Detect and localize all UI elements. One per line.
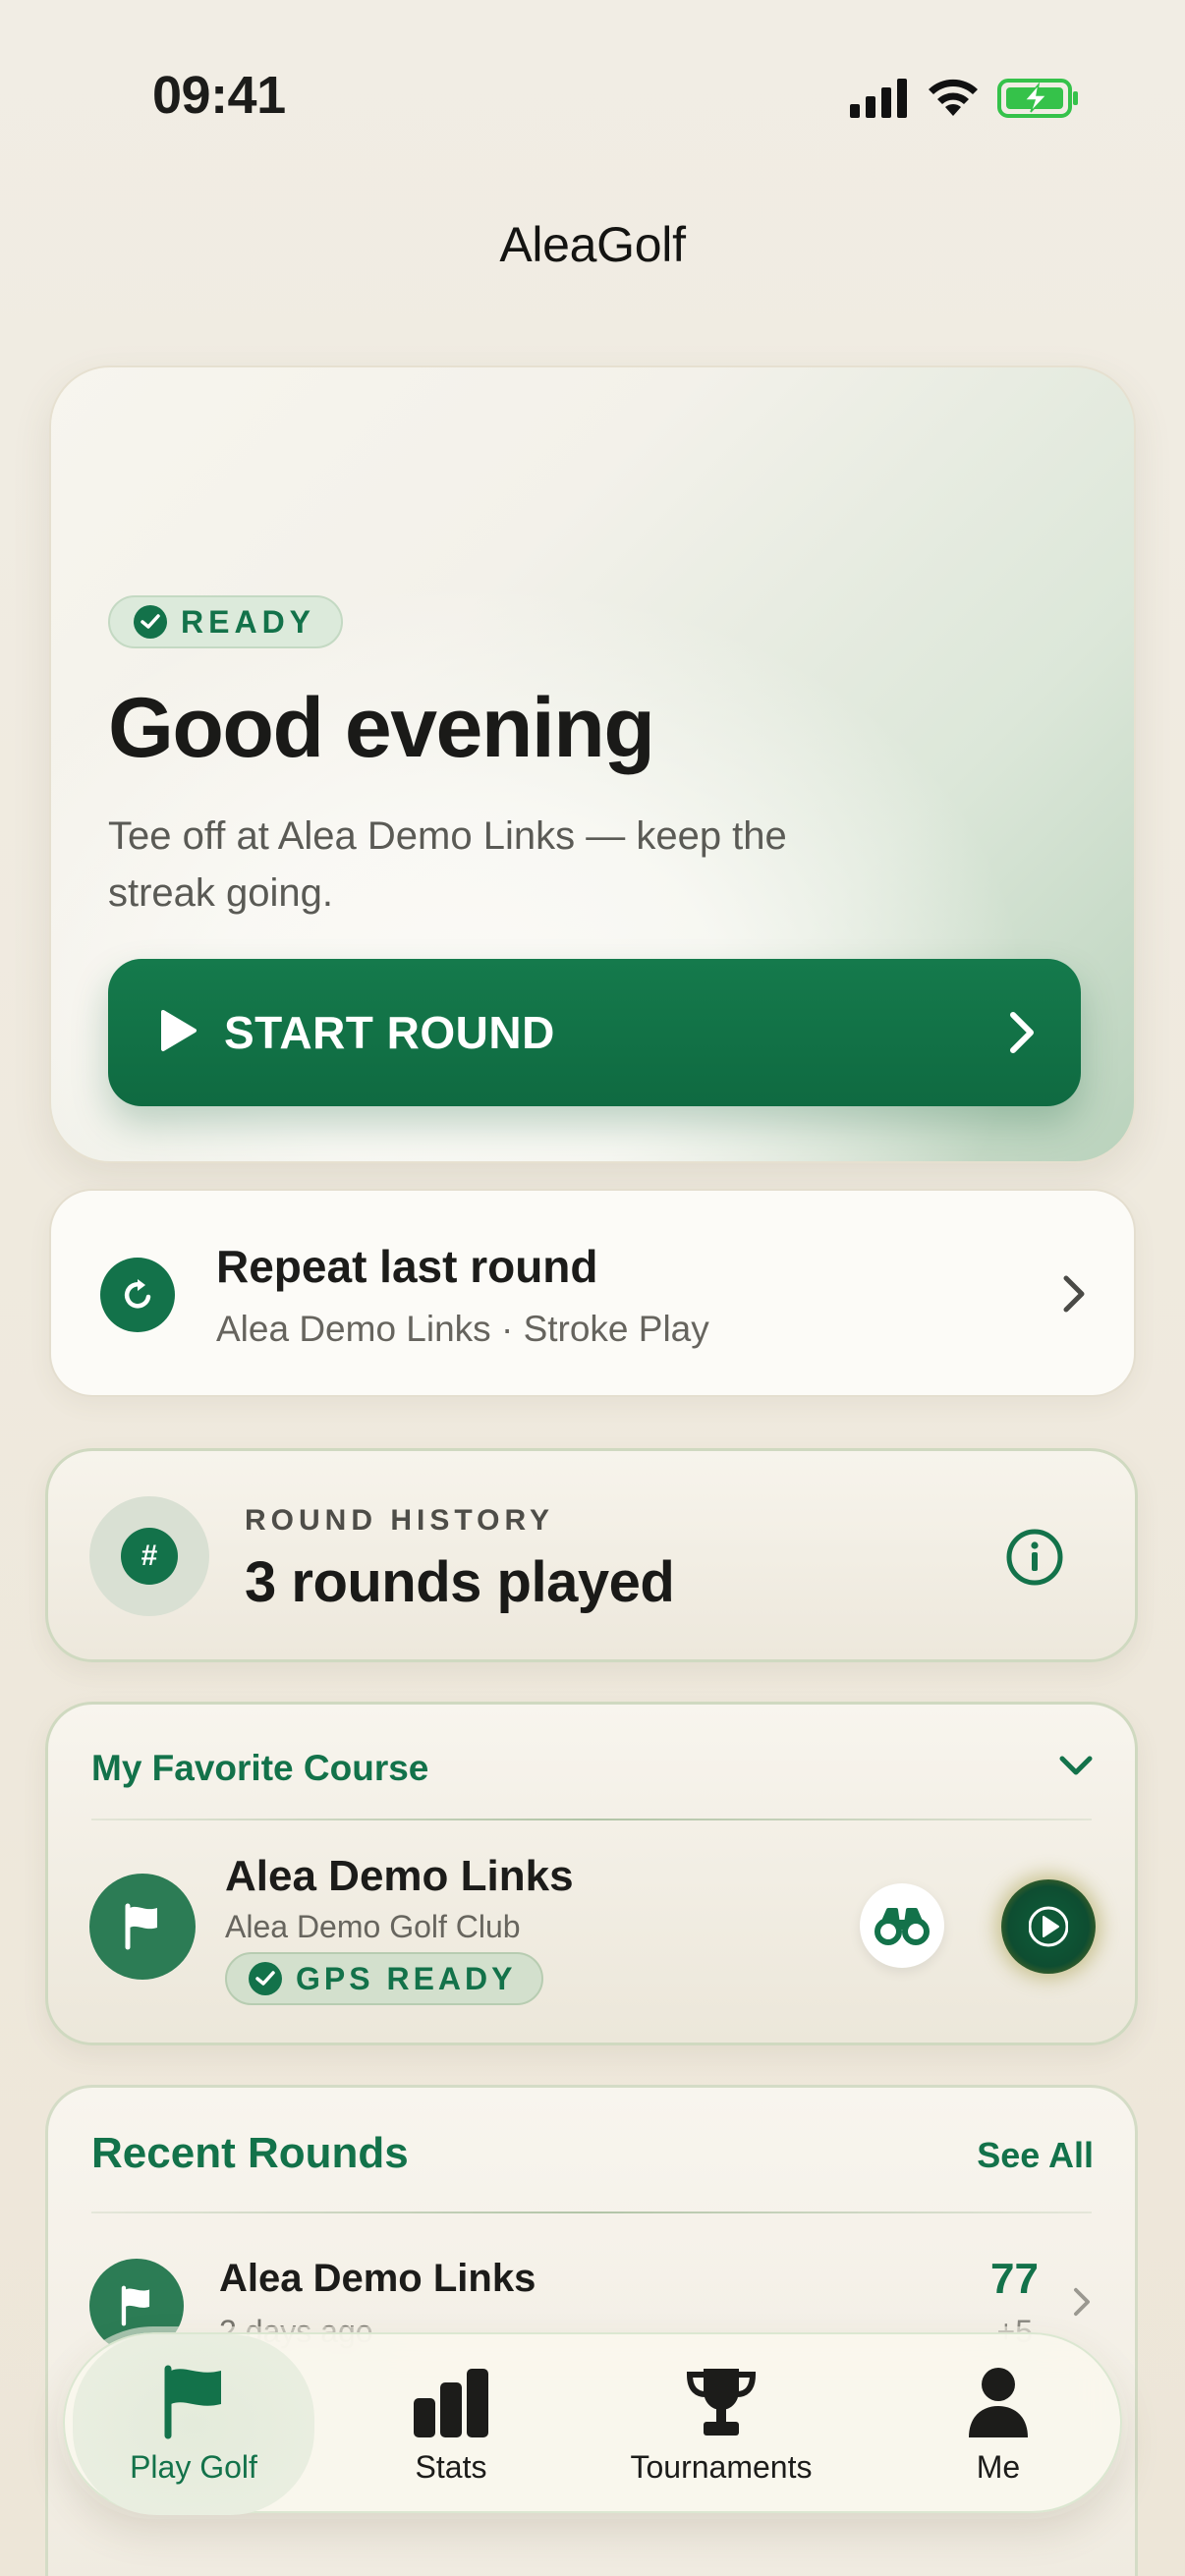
binoculars-icon bbox=[875, 1908, 930, 1945]
course-flag-icon bbox=[89, 1874, 196, 1980]
ready-badge-label: READY bbox=[181, 603, 316, 640]
greeting-heading: Good evening bbox=[108, 681, 655, 775]
home-screen: 09:41 AleaGolf READY Good evening Tee of… bbox=[0, 0, 1185, 2576]
tab-play-golf[interactable]: Play Golf bbox=[73, 2334, 314, 2515]
chevron-right-icon bbox=[1010, 1012, 1034, 1053]
tab-me[interactable]: Me bbox=[930, 2334, 1067, 2515]
repeat-title: Repeat last round bbox=[216, 1241, 598, 1292]
repeat-last-round-card[interactable]: Repeat last round Alea Demo Links · Stro… bbox=[49, 1189, 1136, 1397]
status-bar: 09:41 bbox=[0, 59, 1185, 138]
rounds-played-count: 3 rounds played bbox=[245, 1550, 675, 1614]
hero-card: READY Good evening Tee off at Alea Demo … bbox=[49, 365, 1136, 1163]
info-icon[interactable] bbox=[1005, 1528, 1064, 1587]
tab-tournaments[interactable]: Tournaments bbox=[613, 2334, 829, 2515]
person-icon bbox=[969, 2368, 1028, 2437]
round-course-name: Alea Demo Links bbox=[219, 2257, 536, 2300]
tab-stats[interactable]: Stats bbox=[377, 2334, 525, 2515]
favorite-course-card: My Favorite Course Alea Demo Links Alea … bbox=[45, 1702, 1138, 2045]
round-score: 77 bbox=[990, 2255, 1039, 2303]
ready-badge: READY bbox=[108, 595, 344, 648]
round-history-card[interactable]: # ROUND HISTORY 3 rounds played bbox=[45, 1448, 1138, 1662]
play-icon bbox=[161, 1010, 197, 1051]
chevron-down-icon[interactable] bbox=[1058, 1754, 1094, 1777]
play-favorite-course-button[interactable] bbox=[1001, 1879, 1096, 1974]
check-circle-icon bbox=[249, 1962, 282, 1995]
trophy-icon bbox=[686, 2369, 757, 2436]
favorite-course-header: My Favorite Course bbox=[91, 1748, 429, 1788]
start-round-label: START ROUND bbox=[224, 1007, 555, 1058]
gps-ready-badge: GPS READY bbox=[225, 1952, 544, 2005]
round-history-label: ROUND HISTORY bbox=[245, 1504, 555, 1537]
check-circle-icon bbox=[134, 605, 167, 639]
hash-icon: # bbox=[121, 1528, 178, 1585]
tab-label: Play Golf bbox=[130, 2449, 257, 2485]
favorite-course-name: Alea Demo Links bbox=[225, 1852, 574, 1900]
status-time: 09:41 bbox=[152, 66, 286, 125]
start-round-button[interactable]: START ROUND bbox=[108, 959, 1081, 1106]
divider bbox=[91, 2212, 1092, 2213]
play-circle-icon bbox=[1029, 1906, 1068, 1947]
gps-ready-label: GPS READY bbox=[296, 1960, 517, 1996]
battery-charging-icon bbox=[997, 79, 1078, 118]
tab-label: Stats bbox=[415, 2449, 487, 2485]
hero-subtitle: Tee off at Alea Demo Links — keep the st… bbox=[108, 814, 787, 915]
tab-label: Tournaments bbox=[630, 2449, 813, 2485]
recent-rounds-title: Recent Rounds bbox=[91, 2129, 409, 2177]
bar-chart-icon bbox=[414, 2369, 488, 2437]
cellular-signal-icon bbox=[850, 79, 907, 118]
course-preview-button[interactable] bbox=[860, 1883, 944, 1968]
tab-label: Me bbox=[976, 2449, 1021, 2485]
chevron-right-icon bbox=[1074, 2287, 1090, 2317]
app-title: AleaGolf bbox=[499, 217, 686, 272]
flag-icon bbox=[164, 2365, 221, 2439]
repeat-icon bbox=[100, 1258, 175, 1332]
divider bbox=[91, 1819, 1092, 1820]
wifi-icon bbox=[929, 79, 978, 116]
bottom-tab-bar: Play Golf Stats Tournaments Me bbox=[63, 2332, 1122, 2515]
see-all-link[interactable]: See All bbox=[977, 2135, 1094, 2176]
repeat-subtitle: Alea Demo Links · Stroke Play bbox=[216, 1309, 709, 1349]
hash-icon-halo: # bbox=[89, 1496, 209, 1616]
favorite-course-club: Alea Demo Golf Club bbox=[225, 1909, 521, 1944]
chevron-right-icon bbox=[1063, 1275, 1085, 1313]
